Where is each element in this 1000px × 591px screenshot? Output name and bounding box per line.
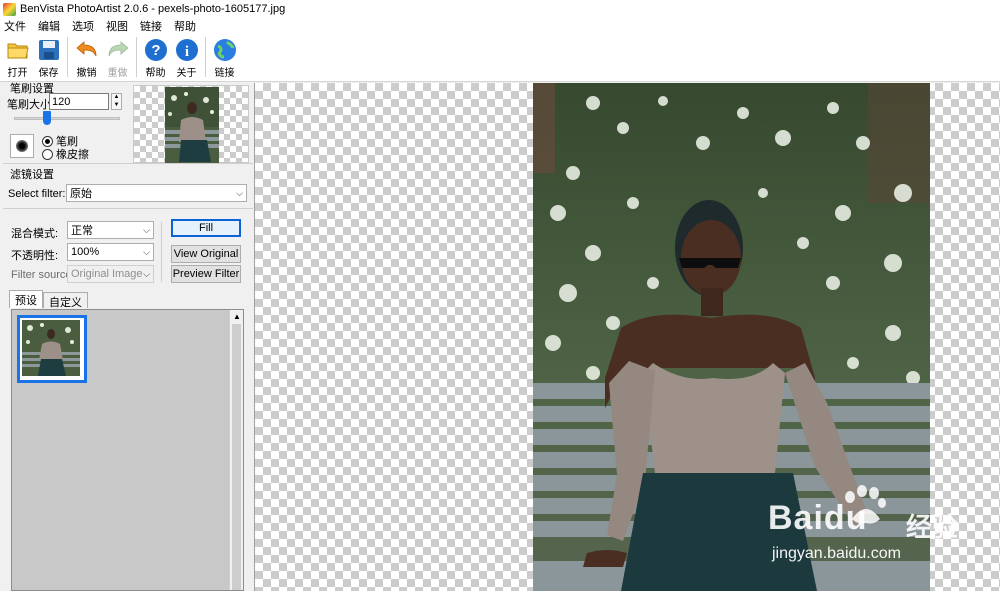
chevron-down-icon: ⌵: [143, 268, 150, 279]
floppy-disk-icon: [38, 40, 59, 60]
opacity-dropdown[interactable]: 100% ⌵: [67, 243, 154, 261]
brush-preview: [10, 134, 34, 158]
section-divider: [3, 208, 253, 209]
chevron-down-icon: ⌵: [236, 187, 243, 198]
brush-size-label: 笔刷大小:: [7, 99, 55, 111]
filter-source-label: Filter source:: [11, 269, 75, 281]
baidu-watermark: Baidu 经验 jingyan.baidu.com: [768, 485, 988, 570]
brush-size-arrows[interactable]: ▲ ▼: [111, 93, 122, 110]
blend-mode-dropdown[interactable]: 正常 ⌵: [67, 221, 154, 239]
spin-down-icon[interactable]: ▼: [112, 102, 121, 110]
filter-source-dropdown[interactable]: Original Image ⌵: [67, 265, 154, 283]
folder-icon: [7, 43, 29, 59]
svg-text:?: ?: [151, 42, 160, 59]
menu-options[interactable]: 选项: [72, 18, 94, 34]
link-label: 链接: [214, 68, 235, 79]
scrollbar-thumb[interactable]: [232, 324, 241, 590]
toolbar-separator: [136, 37, 137, 77]
menu-view[interactable]: 视图: [106, 18, 128, 34]
redo-button[interactable]: 重做: [102, 34, 133, 80]
tab-presets[interactable]: 预设: [9, 290, 43, 308]
opacity-value: 100%: [71, 246, 100, 258]
globe-icon: [213, 39, 236, 61]
filter-settings-title: 滤镜设置: [10, 169, 54, 181]
blend-mode-label: 混合模式:: [11, 228, 59, 240]
window-title: BenVista PhotoArtist 2.0.6 - pexels-phot…: [20, 3, 286, 15]
preview-filter-button[interactable]: Preview Filter: [171, 265, 241, 283]
eraser-mode-radio[interactable]: 橡皮擦: [42, 146, 89, 162]
section-divider: [3, 163, 253, 164]
brush-size-slider-thumb[interactable]: [43, 111, 51, 125]
chevron-down-icon: ⌵: [143, 246, 150, 257]
menu-file[interactable]: 文件: [4, 18, 26, 34]
undo-button[interactable]: 撤销: [71, 34, 102, 80]
menu-edit[interactable]: 编辑: [38, 18, 60, 34]
chevron-down-icon: ⌵: [143, 224, 150, 235]
redo-arrow-icon: [108, 41, 129, 57]
watermark-brand: Baidu: [768, 499, 867, 538]
eraser-mode-label: 橡皮擦: [56, 149, 89, 161]
info-icon: i: [175, 39, 198, 61]
brush-size-stepper[interactable]: ▲ ▼: [49, 93, 122, 110]
help-button[interactable]: ? 帮助: [140, 34, 171, 80]
fill-button-label: Fill: [198, 222, 214, 234]
svg-text:i: i: [184, 44, 188, 60]
navigator-preview: [165, 87, 219, 163]
select-filter-label: Select filter:: [8, 188, 66, 200]
brush-size-slider[interactable]: [14, 117, 120, 120]
undo-arrow-icon: [75, 41, 96, 57]
toolbar: 打开 保存 撤销 重做 ? 帮助 i 关于 链接: [0, 34, 1000, 82]
tab-custom-label: 自定义: [49, 297, 82, 309]
tab-custom[interactable]: 自定义: [43, 292, 88, 309]
open-button[interactable]: 打开: [2, 34, 33, 80]
title-bar: BenVista PhotoArtist 2.0.6 - pexels-phot…: [0, 0, 1000, 18]
tab-presets-label: 预设: [15, 295, 37, 307]
brush-settings-title: 笔刷设置: [10, 83, 54, 95]
link-button[interactable]: 链接: [209, 34, 240, 80]
watermark-brand-suffix: du: [823, 499, 868, 537]
presets-scrollbar[interactable]: ▲: [229, 310, 243, 590]
brush-dot-icon: [16, 140, 28, 152]
blend-mode-value: 正常: [71, 225, 93, 237]
preset-item[interactable]: [17, 315, 87, 383]
watermark-url: jingyan.baidu.com: [772, 545, 901, 562]
spin-up-icon[interactable]: ▲: [112, 94, 121, 102]
menu-link[interactable]: 链接: [140, 18, 162, 34]
select-filter-dropdown[interactable]: 原始 ⌵: [66, 184, 247, 202]
save-button[interactable]: 保存: [33, 34, 64, 80]
view-original-button[interactable]: View Original: [171, 245, 241, 263]
navigator-thumbnail[interactable]: [133, 85, 249, 163]
brush-size-input[interactable]: [49, 93, 109, 110]
fill-button[interactable]: Fill: [171, 219, 241, 237]
open-label: 打开: [7, 68, 28, 79]
about-label: 关于: [176, 68, 197, 79]
vertical-divider: [161, 222, 162, 282]
watermark-brand-text: Bai: [768, 499, 824, 537]
radio-selected-icon[interactable]: [42, 135, 53, 147]
app-logo-icon: [3, 2, 16, 16]
scroll-up-icon[interactable]: ▲: [230, 310, 244, 324]
toolbar-separator: [67, 37, 68, 77]
select-filter-value: 原始: [70, 188, 92, 200]
menu-bar: 文件 编辑 选项 视图 链接 帮助: [0, 18, 1000, 34]
preview-filter-label: Preview Filter: [172, 268, 240, 280]
filter-source-value: Original Image: [71, 268, 143, 280]
radio-unselected-icon[interactable]: [42, 148, 53, 160]
menu-help[interactable]: 帮助: [174, 18, 196, 34]
help-label: 帮助: [145, 68, 166, 79]
toolbar-separator: [205, 37, 206, 77]
question-mark-icon: ?: [144, 39, 167, 61]
redo-label: 重做: [107, 68, 128, 79]
save-label: 保存: [38, 68, 59, 79]
watermark-cn: 经验: [906, 512, 959, 542]
view-original-label: View Original: [173, 248, 239, 260]
presets-list[interactable]: ▲: [11, 309, 244, 591]
opacity-label: 不透明性:: [11, 250, 59, 262]
preset-thumbnail: [22, 320, 80, 376]
undo-label: 撤销: [76, 68, 97, 79]
about-button[interactable]: i 关于: [171, 34, 202, 80]
